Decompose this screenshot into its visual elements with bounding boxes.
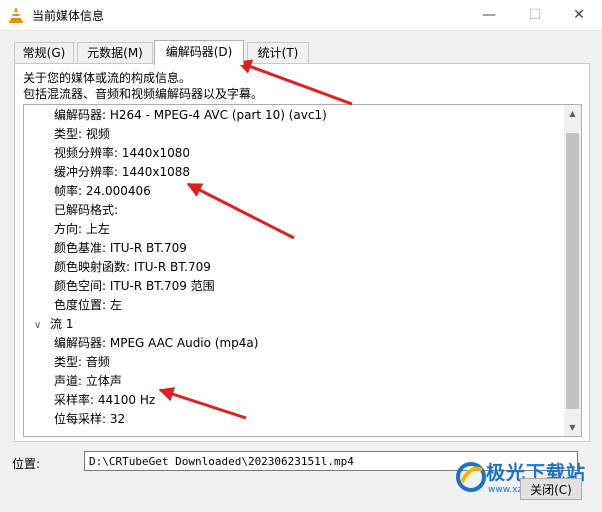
maximize-button[interactable]: ☐ — [512, 0, 558, 30]
tree-item[interactable]: 编解码器: H264 - MPEG-4 AVC (part 10) (avc1) — [54, 106, 327, 125]
tree-item[interactable]: 颜色基准: ITU-R BT.709 — [54, 239, 187, 258]
close-button[interactable]: 关闭(C) — [520, 478, 582, 500]
window-close-button[interactable]: ✕ — [556, 0, 602, 30]
tree-item[interactable]: 采样率: 44100 Hz — [54, 391, 155, 410]
tree-item[interactable]: 位每采样: 32 — [54, 410, 125, 429]
description-line-2: 包括混流器、音频和视频编解码器以及字幕。 — [23, 87, 264, 101]
description-line-1: 关于您的媒体或流的构成信息。 — [23, 71, 192, 85]
scrollbar-thumb[interactable] — [566, 133, 579, 409]
tab-statistics[interactable]: 统计(T) — [247, 42, 309, 63]
chevron-down-icon[interactable]: ∨ — [34, 316, 50, 335]
tab-general[interactable]: 常规(G) — [14, 42, 74, 63]
tree-item[interactable]: 颜色映射函数: ITU-R BT.709 — [54, 258, 211, 277]
location-label: 位置: — [12, 457, 41, 471]
tab-metadata[interactable]: 元数据(M) — [77, 42, 153, 63]
tree-scrollbar[interactable]: ▲ ▼ — [564, 105, 581, 436]
tree-item[interactable]: 声道: 立体声 — [54, 372, 122, 391]
tree-item[interactable]: 编解码器: MPEG AAC Audio (mp4a) — [54, 334, 258, 353]
scroll-up-arrow-icon[interactable]: ▲ — [564, 105, 581, 122]
window-title: 当前媒体信息 — [32, 9, 105, 23]
tree-item[interactable]: 视频分辨率: 1440x1080 — [54, 144, 190, 163]
codec-tree[interactable]: 编解码器: H264 - MPEG-4 AVC (part 10) (avc1)… — [23, 104, 582, 437]
tree-item[interactable]: 类型: 视频 — [54, 125, 110, 144]
tree-item[interactable]: 已解码格式: — [54, 201, 118, 220]
tree-item[interactable]: 帧率: 24.000406 — [54, 182, 151, 201]
stream-1-label: 流 1 — [50, 317, 74, 331]
tree-item[interactable]: 色度位置: 左 — [54, 296, 122, 315]
tree-item[interactable]: 方向: 上左 — [54, 220, 110, 239]
scroll-down-arrow-icon[interactable]: ▼ — [564, 419, 581, 436]
minimize-button[interactable]: — — [466, 0, 512, 30]
tree-item[interactable]: 类型: 音频 — [54, 353, 110, 372]
tab-codec[interactable]: 编解码器(D) — [154, 40, 244, 65]
title-bar: 当前媒体信息 — ☐ ✕ — [0, 0, 602, 31]
codec-panel: 关于您的媒体或流的构成信息。 包括混流器、音频和视频编解码器以及字幕。 编解码器… — [14, 63, 590, 442]
vlc-cone-icon — [9, 7, 23, 23]
tree-item[interactable]: 颜色空间: ITU-R BT.709 范围 — [54, 277, 215, 296]
watermark-logo-icon — [456, 462, 486, 492]
tree-item[interactable]: 缓冲分辨率: 1440x1088 — [54, 163, 190, 182]
tree-stream-1[interactable]: ∨ 流 1 — [34, 315, 73, 334]
